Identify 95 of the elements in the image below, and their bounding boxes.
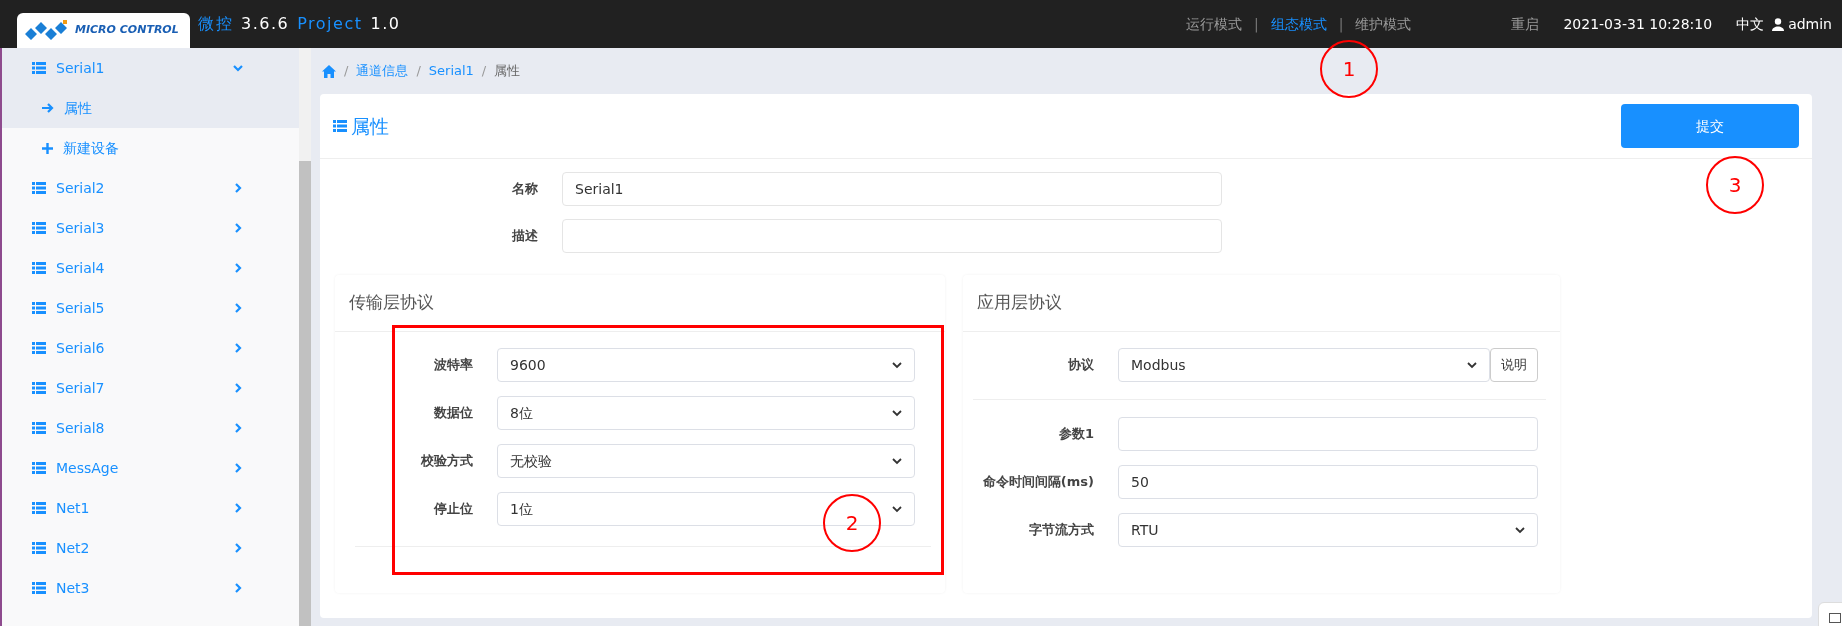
field-label: 命令时间间隔(ms) [981,473,1095,492]
list-icon [32,422,46,434]
caret-icon [892,457,902,465]
separator: | [1338,14,1344,35]
chevron-right-icon [233,183,243,193]
chevron-right-icon [233,463,243,473]
list-icon [32,502,46,514]
sidebar-item[interactable]: Serial4 [2,248,299,288]
sidebar-item[interactable]: Serial5 [2,288,299,328]
caret-icon [1467,361,1477,369]
breadcrumb-separator: / [416,62,421,81]
current-page-label: 属性 [494,62,521,81]
breadcrumb-link[interactable]: Serial1 [428,61,474,81]
list-icon [32,262,46,274]
app-title: 3.6.6 [241,13,290,35]
input-field[interactable] [562,219,1222,253]
caret-icon [892,361,902,369]
section-title: 传输层协议 [335,275,945,332]
list-icon [32,342,46,354]
expand-icon [1829,613,1841,623]
sidebar-item[interactable]: Serial7 [2,368,299,408]
section-title: 应用层协议 [963,275,1560,332]
app-title: Project [297,13,363,35]
chevron-right-icon [233,223,243,233]
select-field[interactable]: 无校验 [497,444,915,478]
field-label: 波特率 [433,356,474,375]
field-label: 停止位 [432,500,474,519]
select-field[interactable]: RTU [1118,513,1538,547]
chevron-right-icon [233,303,243,313]
list-icon [32,382,46,394]
chevron-right-icon [233,263,243,273]
mode-tab[interactable]: 运行模式 [1186,13,1242,35]
chevron-right-icon [233,543,243,553]
sidebar-item[interactable]: Net2 [2,528,299,568]
datetime: 2021-03-31 10:28:10 [1563,14,1713,34]
scrollbar-thumb[interactable] [299,161,311,626]
sidebar-item[interactable]: Net1 [2,488,299,528]
field-label: 校验方式 [420,452,474,471]
chevron-right-icon [233,423,243,433]
chevron-right-icon [233,343,243,353]
restart-link[interactable]: 重启 [1511,13,1540,35]
list-icon [32,462,46,474]
sidebar-item[interactable]: Serial2 [2,168,299,208]
sidebar-item[interactable]: Serial6 [2,328,299,368]
plus-icon [42,142,53,154]
field-label: 参数1 [1057,425,1095,444]
submit-button[interactable]: 提交 [1621,104,1799,148]
input-field[interactable]: 50 [1118,465,1538,499]
sidebar-item[interactable]: Serial3 [2,208,299,248]
sidebar-item[interactable]: Net3 [2,568,299,608]
mode-tab[interactable]: 组态模式 [1270,13,1327,35]
mode-tab[interactable]: 维护模式 [1355,13,1412,35]
sidebar-item[interactable]: Serial8 [2,408,299,448]
select-field[interactable]: Modbus [1118,348,1490,382]
list-icon [32,542,46,554]
language-link[interactable]: 中文 [1736,13,1765,35]
breadcrumb-separator: / [481,62,487,81]
sidebar-item[interactable]: Serial1 [2,48,299,88]
list-icon [32,222,46,234]
list-icon [333,120,347,132]
caret-icon [892,505,902,513]
field-label: 名称 [511,180,539,199]
caret-icon [892,409,902,417]
field-label: 描述 [511,227,539,246]
input-field[interactable] [1118,417,1538,451]
field-label: 字节流方式 [1028,521,1095,540]
app-title: 1.0 [370,13,401,35]
field-label: 数据位 [433,404,474,423]
chevron-right-icon [233,383,243,393]
breadcrumb-link[interactable]: 通道信息 [356,61,409,81]
home-icon[interactable] [322,64,336,78]
user-icon [1772,17,1785,31]
separator: | [1254,14,1259,35]
select-field[interactable]: 9600 [497,348,915,382]
help-button[interactable]: 说明 [1490,348,1538,382]
app-title: 微控 [198,13,233,35]
list-icon [32,62,46,74]
sidebar-subitem[interactable]: 新建设备 [2,128,299,168]
arrow-right-icon [42,103,54,113]
logo-text: MICRO CONTROL [75,22,179,39]
breadcrumb-separator: / [344,62,349,81]
caret-icon [1515,526,1525,534]
chevron-right-icon [233,583,243,593]
chevron-right-icon [233,503,243,513]
sidebar-item[interactable]: MessAge [2,448,299,488]
chevron-down-icon [233,63,243,73]
input-field[interactable]: Serial1 [562,172,1222,206]
list-icon [32,582,46,594]
card-title: 属性 [351,113,389,139]
select-field[interactable]: 8位 [497,396,915,430]
user-menu[interactable]: admin [1772,13,1832,35]
field-label: 协议 [1067,356,1095,375]
list-icon [32,302,46,314]
list-icon [32,182,46,194]
scrollbar[interactable] [299,48,311,626]
